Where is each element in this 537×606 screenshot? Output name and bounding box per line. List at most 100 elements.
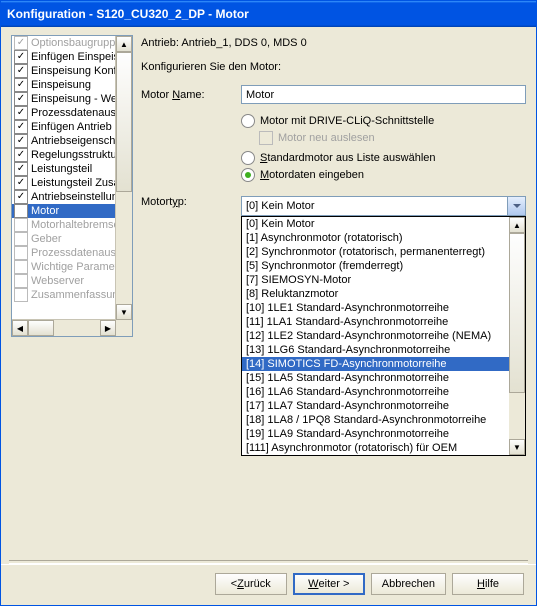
dropdown-item[interactable]: [12] 1LE2 Standard-Asynchronmotorreihe (… [242,329,509,343]
checkbox-icon [14,204,28,218]
checkbox-icon: ✓ [14,148,28,162]
tree-item[interactable]: ✓Einspeisung Konfig [12,64,116,78]
back-button[interactable]: < Zurück [215,573,287,595]
tree-item[interactable]: Wichtige Parameter [12,260,116,274]
tree-item-label: Prozessdatenausta [31,247,116,259]
motor-name-input[interactable] [241,85,526,104]
dropdown-icon[interactable] [507,197,525,215]
dropdown-item[interactable]: [19] 1LA9 Standard-Asynchronmotorreihe [242,427,509,441]
motor-type-dropdown[interactable]: [0] Kein Motor[1] Asynchronmotor (rotato… [241,216,526,456]
checkbox-icon [14,260,28,274]
tree-item[interactable]: Prozessdatenausta [12,246,116,260]
dropdown-item[interactable]: [111] Asynchronmotor (rotatorisch) für O… [242,441,509,455]
tree-item-label: Regelungsstruktur [31,149,116,161]
tree-item-label: Wichtige Parameter [31,261,116,273]
tree-item[interactable]: ✓Leistungsteil Zusatz [12,176,116,190]
scroll-thumb[interactable] [509,233,525,393]
dropdown-item[interactable]: [1] Asynchronmotor (rotatorisch) [242,231,509,245]
tree-item-label: Antriebseigenschaf [31,135,116,147]
radio-standard-motor[interactable]: Standardmotor aus Liste auswählen [241,151,526,165]
checkbox-icon: ✓ [14,120,28,134]
tree-item[interactable]: Motor [12,204,116,218]
motor-name-label: Motor Name: [141,89,241,101]
tree-item-label: Optionsbaugruppe [31,37,116,49]
scroll-thumb-h[interactable] [28,320,54,336]
scroll-up-icon[interactable]: ▲ [509,217,525,233]
tree-item[interactable]: ✓Einfügen Einspeisu [12,50,116,64]
tree-item-label: Webserver [31,275,84,287]
checkbox-icon [14,288,28,302]
dropdown-item[interactable]: [0] Kein Motor [242,217,509,231]
tree-item-label: Motor [31,205,59,217]
checkbox-icon: ✓ [14,50,28,64]
tree-item-label: Leistungsteil [31,163,92,175]
scroll-down-icon[interactable]: ▼ [509,439,525,455]
tree-item-label: Einfügen Antrieb [31,121,112,133]
radio-drive-cliq[interactable]: Motor mit DRIVE-CLiQ-Schnittstelle [241,114,526,128]
tree-item-label: Einspeisung [31,79,91,91]
dropdown-item[interactable]: [14] SIMOTICS FD-Asynchronmotorreihe [242,357,509,371]
dropdown-item[interactable]: [11] 1LA1 Standard-Asynchronmotorreihe [242,315,509,329]
tree-item-label: Prozessdatenausta [31,107,116,119]
scroll-down-icon[interactable]: ▼ [116,304,132,320]
checkbox-icon: ✓ [14,92,28,106]
tree-item[interactable]: ✓Leistungsteil [12,162,116,176]
tree-vertical-scrollbar[interactable]: ▲ ▼ [115,36,132,320]
motor-type-label: Motortyp: [141,196,241,208]
checkbox-icon [14,246,28,260]
checkbox-icon: ✓ [14,78,28,92]
checkbox-motor-reread: Motor neu auslesen [259,131,526,145]
tree-item[interactable]: ✓Einfügen Antrieb [12,120,116,134]
dropdown-item[interactable]: [18] 1LA8 / 1PQ8 Standard-Asynchronmotor… [242,413,509,427]
tree-item[interactable]: ✓Optionsbaugruppe [12,36,116,50]
dropdown-item[interactable]: [16] 1LA6 Standard-Asynchronmotorreihe [242,385,509,399]
checkbox-icon: ✓ [14,190,28,204]
tree-item[interactable]: ✓Einspeisung [12,78,116,92]
tree-item[interactable]: Geber [12,232,116,246]
scroll-thumb[interactable] [116,52,132,192]
dropdown-item[interactable]: [17] 1LA7 Standard-Asynchronmotorreihe [242,399,509,413]
dropdown-item[interactable]: [2] Synchronmotor (rotatorisch, permanen… [242,245,509,259]
tree-item[interactable]: ✓Antriebseigenschaf [12,134,116,148]
checkbox-icon: ✓ [14,36,28,50]
scroll-right-icon[interactable]: ▶ [100,320,116,336]
checkbox-icon [14,232,28,246]
tree-item[interactable]: Motorhaltebremse [12,218,116,232]
window-title: Konfiguration - S120_CU320_2_DP - Motor [7,7,249,21]
tree-item[interactable]: Webserver [12,274,116,288]
tree-horizontal-scrollbar[interactable]: ◀ ▶ [12,319,116,336]
tree-item-label: Leistungsteil Zusatz [31,177,116,189]
tree-item-label: Geber [31,233,62,245]
help-button[interactable]: Hilfe [452,573,524,595]
checkbox-icon: ✓ [14,162,28,176]
tree-item[interactable]: Zusammenfassung [12,288,116,302]
dropdown-item[interactable]: [5] Synchronmotor (fremderregt) [242,259,509,273]
cancel-button[interactable]: Abbrechen [371,573,446,595]
dropdown-scrollbar[interactable]: ▲ ▼ [509,217,525,455]
radio-motor-data-input[interactable]: Motordaten eingeben [241,168,526,182]
scroll-left-icon[interactable]: ◀ [12,320,28,336]
wizard-step-tree[interactable]: ✓Optionsbaugruppe✓Einfügen Einspeisu✓Ein… [11,35,133,337]
titlebar: Konfiguration - S120_CU320_2_DP - Motor [1,1,536,27]
tree-item[interactable]: ✓Regelungsstruktur [12,148,116,162]
dropdown-item[interactable]: [15] 1LA5 Standard-Asynchronmotorreihe [242,371,509,385]
tree-item-label: Einspeisung - Weite [31,93,116,105]
checkbox-icon [14,274,28,288]
tree-item[interactable]: ✓Antriebseinstellung [12,190,116,204]
tree-item[interactable]: ✓Prozessdatenausta [12,106,116,120]
tree-item-label: Einfügen Einspeisu [31,51,116,63]
dropdown-item[interactable]: [13] 1LG6 Standard-Asynchronmotorreihe [242,343,509,357]
motor-type-combobox[interactable]: [0] Kein Motor [241,196,526,216]
checkbox-icon: ✓ [14,134,28,148]
dropdown-item[interactable]: [8] Reluktanzmotor [242,287,509,301]
checkbox-icon: ✓ [14,64,28,78]
checkbox-icon: ✓ [14,176,28,190]
dropdown-item[interactable]: [10] 1LE1 Standard-Asynchronmotorreihe [242,301,509,315]
dropdown-item[interactable]: [7] SIEMOSYN-Motor [242,273,509,287]
next-button[interactable]: Weiter > [293,573,365,595]
tree-item[interactable]: ✓Einspeisung - Weite [12,92,116,106]
configure-motor-label: Konfigurieren Sie den Motor: [141,61,526,73]
scroll-corner [116,320,132,336]
checkbox-icon: ✓ [14,106,28,120]
scroll-up-icon[interactable]: ▲ [116,36,132,52]
